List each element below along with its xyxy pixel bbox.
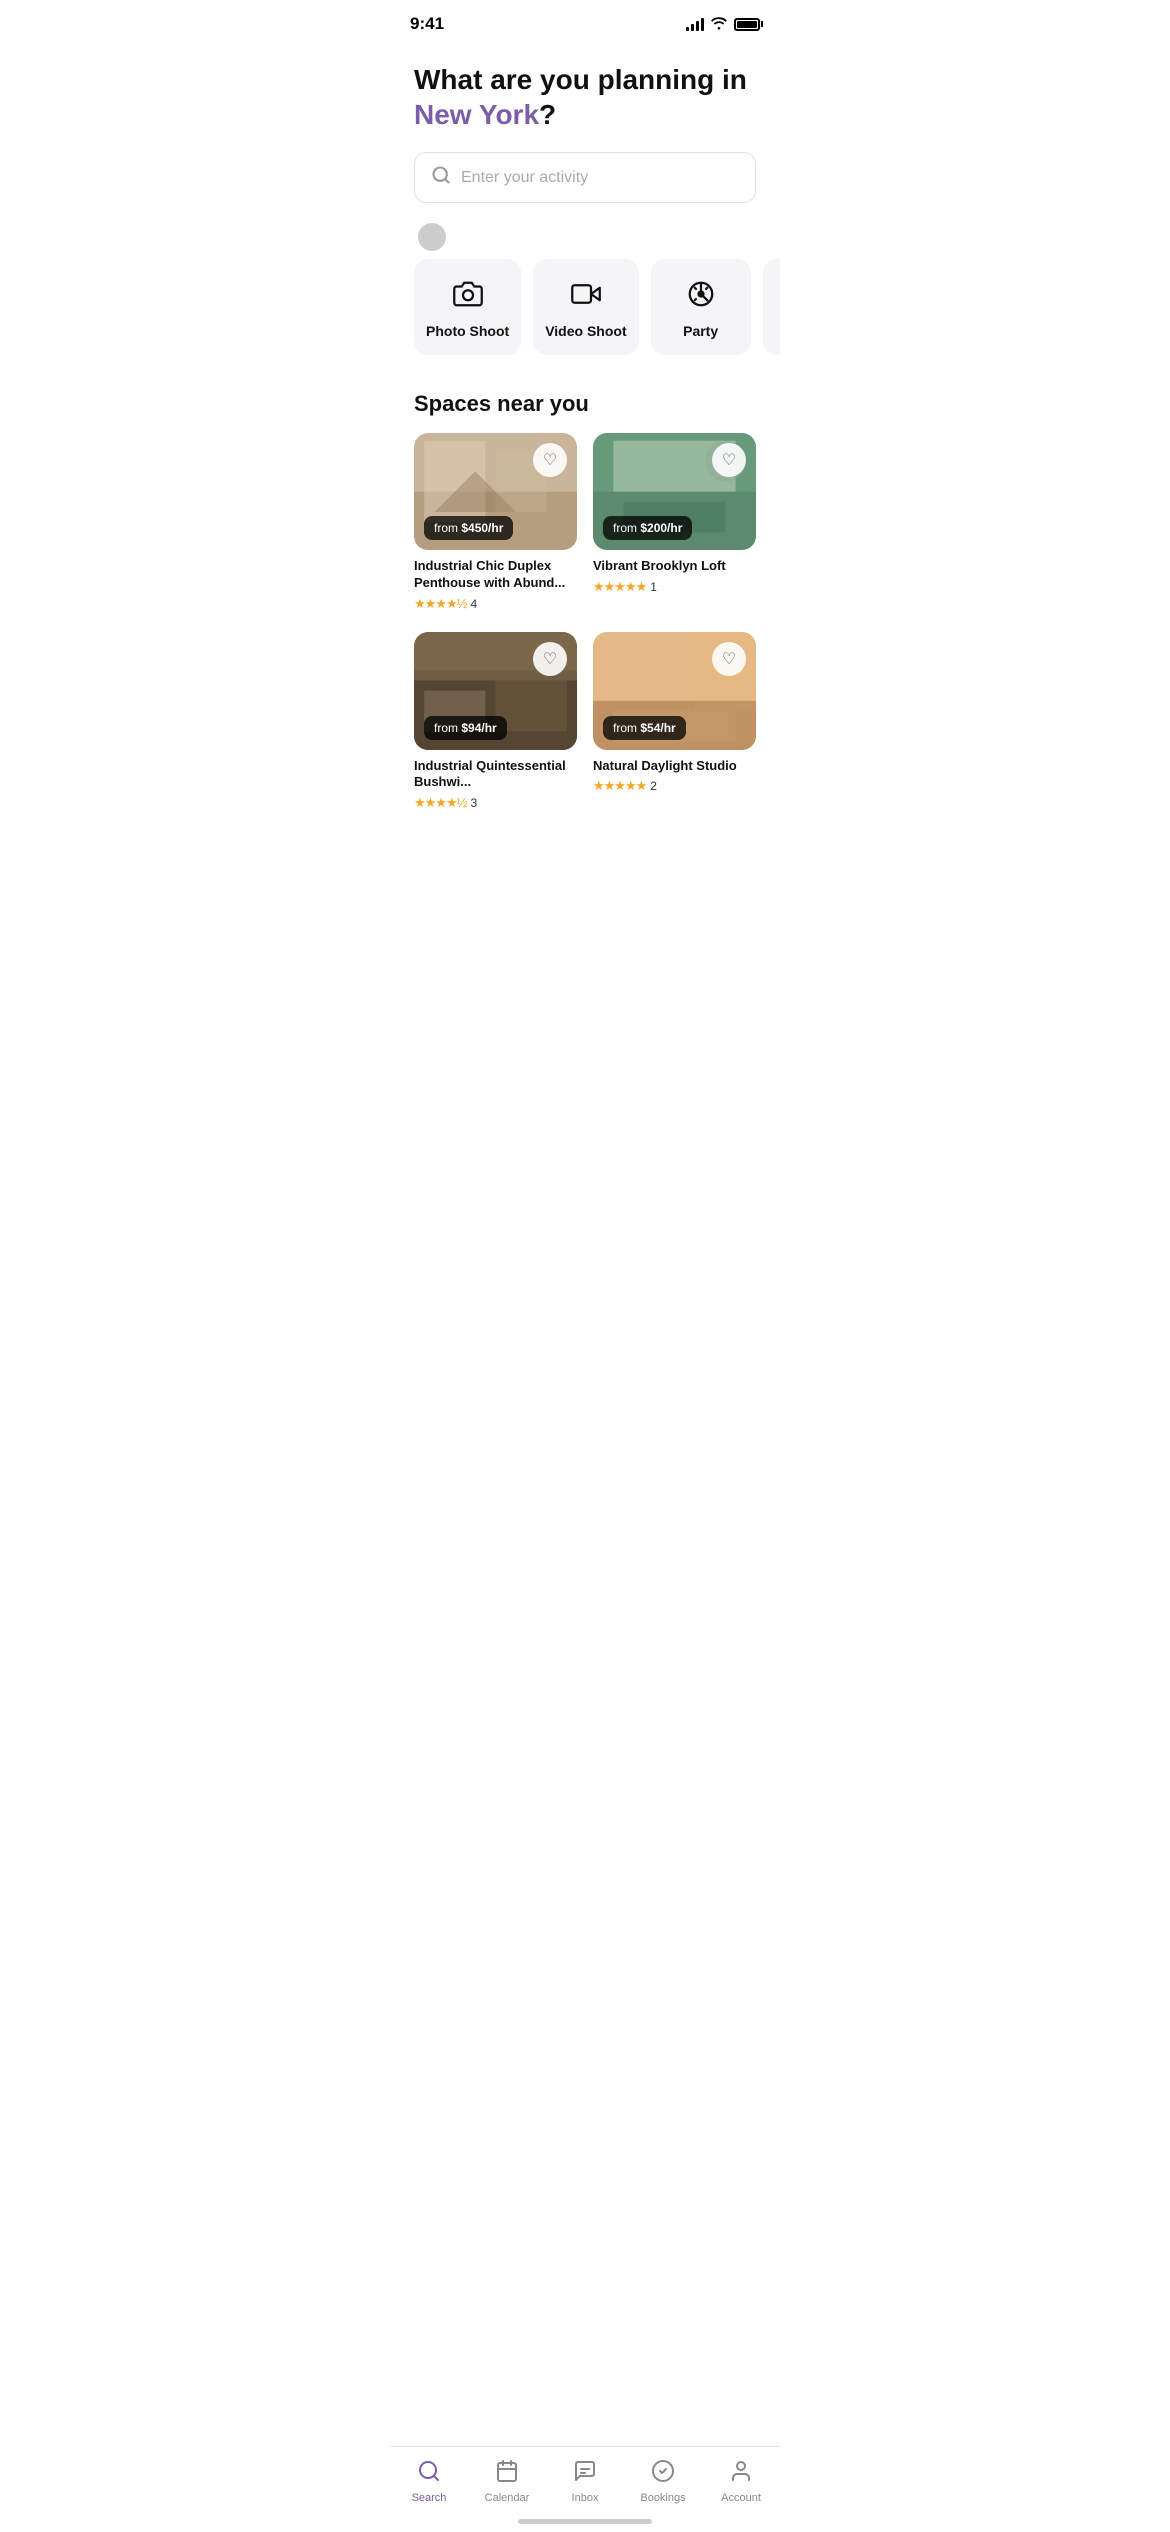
nav-inbox[interactable]: Inbox — [546, 2459, 624, 2504]
favorite-button-1[interactable]: ♡ — [533, 443, 567, 477]
space-rating-1: ★★★★½ 4 — [414, 596, 577, 612]
inbox-nav-icon — [573, 2459, 597, 2488]
nav-search[interactable]: Search — [390, 2459, 468, 2504]
space-card-4[interactable]: ♡ from $54/hr Natural Daylight Studio ★★… — [593, 632, 756, 815]
stars-4: ★★★★★ — [593, 778, 646, 794]
nav-calendar[interactable]: Calendar — [468, 2459, 546, 2504]
space-rating-3: ★★★★½ 3 — [414, 795, 577, 811]
heading-city: New York — [414, 99, 539, 130]
search-bar[interactable]: Enter your activity — [414, 152, 756, 203]
category-photo-shoot[interactable]: Photo Shoot — [414, 259, 521, 355]
favorite-button-2[interactable]: ♡ — [712, 443, 746, 477]
price-badge-3: from $94/hr — [424, 716, 507, 740]
space-info-3: Industrial Quintessential Bushwi... ★★★★… — [414, 750, 577, 816]
heading-punctuation: ? — [539, 99, 556, 130]
status-bar: 9:41 — [390, 0, 780, 42]
space-image-wrap-3: ♡ from $94/hr — [414, 632, 577, 749]
photo-shoot-label: Photo Shoot — [426, 323, 509, 339]
bookings-nav-icon — [651, 2459, 675, 2488]
calendar-nav-icon — [495, 2459, 519, 2488]
nav-search-label: Search — [412, 2492, 447, 2504]
party-label: Party — [683, 323, 718, 339]
category-meeting[interactable]: Meeting — [763, 259, 780, 355]
category-video-shoot[interactable]: Video Shoot — [533, 259, 638, 355]
favorite-button-3[interactable]: ♡ — [533, 642, 567, 676]
main-content: What are you planning in New York? Enter… — [390, 42, 780, 915]
space-name-1: Industrial Chic Duplex Penthouse with Ab… — [414, 558, 577, 592]
heading-line1: What are you planning in — [414, 64, 747, 95]
space-card-2[interactable]: ♡ from $200/hr Vibrant Brooklyn Loft ★★★… — [593, 433, 756, 616]
search-icon — [431, 165, 451, 190]
stars-3: ★★★★½ — [414, 795, 466, 811]
price-badge-4: from $54/hr — [603, 716, 686, 740]
space-info-1: Industrial Chic Duplex Penthouse with Ab… — [414, 550, 577, 616]
battery-icon — [734, 18, 760, 31]
page-heading: What are you planning in New York? — [414, 62, 756, 132]
party-icon — [686, 279, 716, 313]
space-info-2: Vibrant Brooklyn Loft ★★★★★ 1 — [593, 550, 756, 599]
category-party[interactable]: Party — [651, 259, 751, 355]
review-count-2: 1 — [650, 580, 657, 594]
review-count-4: 2 — [650, 779, 657, 793]
wifi-icon — [710, 16, 728, 33]
nav-calendar-label: Calendar — [485, 2492, 530, 2504]
review-count-1: 4 — [470, 597, 477, 611]
space-info-4: Natural Daylight Studio ★★★★★ 2 — [593, 750, 756, 799]
space-image-wrap-1: ♡ from $450/hr — [414, 433, 577, 550]
spaces-section-title: Spaces near you — [414, 391, 756, 417]
spaces-grid: ♡ from $450/hr Industrial Chic Duplex Pe… — [390, 433, 780, 815]
account-nav-icon — [729, 2459, 753, 2488]
space-name-2: Vibrant Brooklyn Loft — [593, 558, 756, 575]
stars-1: ★★★★½ — [414, 596, 466, 612]
nav-bookings[interactable]: Bookings — [624, 2459, 702, 2504]
nav-account[interactable]: Account — [702, 2459, 780, 2504]
favorite-button-4[interactable]: ♡ — [712, 642, 746, 676]
space-rating-4: ★★★★★ 2 — [593, 778, 756, 794]
status-icons — [686, 16, 760, 33]
space-card-3[interactable]: ♡ from $94/hr Industrial Quintessential … — [414, 632, 577, 815]
nav-account-label: Account — [721, 2492, 761, 2504]
space-image-wrap-4: ♡ from $54/hr — [593, 632, 756, 749]
space-card-1[interactable]: ♡ from $450/hr Industrial Chic Duplex Pe… — [414, 433, 577, 616]
photo-shoot-icon — [453, 279, 483, 313]
search-nav-icon — [417, 2459, 441, 2488]
price-badge-1: from $450/hr — [424, 516, 513, 540]
space-image-wrap-2: ♡ from $200/hr — [593, 433, 756, 550]
space-name-3: Industrial Quintessential Bushwi... — [414, 758, 577, 792]
review-count-3: 3 — [470, 796, 477, 810]
price-badge-2: from $200/hr — [603, 516, 692, 540]
video-shoot-label: Video Shoot — [545, 323, 626, 339]
signal-icon — [686, 17, 704, 31]
scroll-indicator — [414, 223, 756, 251]
video-shoot-icon — [571, 279, 601, 313]
nav-inbox-label: Inbox — [572, 2492, 599, 2504]
categories-scroll: Photo Shoot Video Shoot Par — [390, 259, 780, 371]
status-time: 9:41 — [410, 14, 444, 34]
search-placeholder: Enter your activity — [461, 169, 588, 187]
home-indicator — [518, 2519, 652, 2524]
stars-2: ★★★★★ — [593, 579, 646, 595]
nav-bookings-label: Bookings — [640, 2492, 685, 2504]
space-rating-2: ★★★★★ 1 — [593, 579, 756, 595]
space-name-4: Natural Daylight Studio — [593, 758, 756, 775]
scroll-dot — [418, 223, 446, 251]
